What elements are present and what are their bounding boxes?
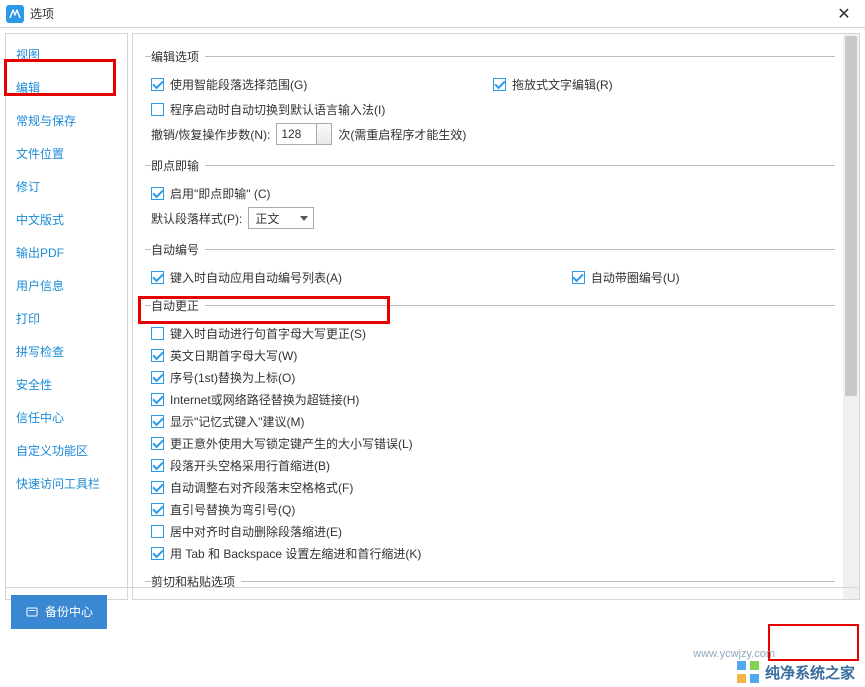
undo-steps-suffix: 次(需重启程序才能生效) bbox=[338, 126, 466, 143]
sidebar-item-output-pdf[interactable]: 输出PDF bbox=[6, 236, 127, 269]
scroll-thumb[interactable] bbox=[845, 36, 857, 396]
legend-auto-correct: 自动更正 bbox=[151, 297, 205, 314]
window-title: 选项 bbox=[30, 5, 829, 22]
checkbox-drag-edit[interactable]: 拖放式文字编辑(R) bbox=[493, 76, 835, 93]
content-panel: 编辑选项 使用智能段落选择范围(G) 拖放式文字编辑(R) 程序启动时自动切换到… bbox=[133, 34, 843, 599]
sidebar-item-file-location[interactable]: 文件位置 bbox=[6, 137, 127, 170]
content-wrap: 编辑选项 使用智能段落选择范围(G) 拖放式文字编辑(R) 程序启动时自动切换到… bbox=[132, 33, 860, 600]
checkbox-ordinal-superscript[interactable]: 序号(1st)替换为上标(O) bbox=[151, 369, 835, 386]
sidebar-item-chinese-layout[interactable]: 中文版式 bbox=[6, 203, 127, 236]
sidebar-item-general-save[interactable]: 常规与保存 bbox=[6, 104, 127, 137]
checkbox-smart-paragraph[interactable]: 使用智能段落选择范围(G) bbox=[151, 76, 493, 93]
footer-bar: 备份中心 bbox=[5, 587, 860, 635]
watermark-url: www.ycwjzy.com bbox=[693, 648, 775, 660]
sidebar-item-quick-access[interactable]: 快速访问工具栏 bbox=[6, 467, 127, 500]
checkbox-apply-auto-number[interactable]: 键入时自动应用自动编号列表(A) bbox=[151, 269, 572, 286]
sidebar-item-user-info[interactable]: 用户信息 bbox=[6, 269, 127, 302]
checkbox-right-align-space[interactable]: 自动调整右对齐段落末空格格式(F) bbox=[151, 479, 835, 496]
backup-center-label: 备份中心 bbox=[45, 603, 93, 620]
checkbox-enable-click-type[interactable]: 启用"即点即输" (C) bbox=[151, 185, 835, 202]
para-style-row: 默认段落样式(P): 正文 bbox=[151, 207, 835, 229]
checkbox-circled-number[interactable]: 自动带圈编号(U) bbox=[572, 269, 835, 286]
checkbox-internet-hyperlink[interactable]: Internet或网络路径替换为超链接(H) bbox=[151, 391, 835, 408]
watermark-text: 纯净系统之家 bbox=[765, 662, 855, 683]
group-auto-number: 自动编号 键入时自动应用自动编号列表(A) 自动带圈编号(U) bbox=[145, 241, 835, 291]
app-icon bbox=[6, 5, 24, 23]
backup-icon bbox=[25, 605, 39, 619]
sidebar-item-print[interactable]: 打印 bbox=[6, 302, 127, 335]
legend-click-type: 即点即输 bbox=[151, 157, 205, 174]
sidebar-item-customize-ribbon[interactable]: 自定义功能区 bbox=[6, 434, 127, 467]
watermark-logo-icon bbox=[737, 661, 759, 683]
checkbox-date-capital[interactable]: 英文日期首字母大写(W) bbox=[151, 347, 835, 364]
sidebar-item-trust-center[interactable]: 信任中心 bbox=[6, 401, 127, 434]
checkbox-auto-switch-ime[interactable]: 程序启动时自动切换到默认语言输入法(I) bbox=[151, 101, 835, 118]
backup-center-button[interactable]: 备份中心 bbox=[11, 595, 107, 629]
checkbox-smart-quotes[interactable]: 直引号替换为弯引号(Q) bbox=[151, 501, 835, 518]
main-area: 视图 编辑 常规与保存 文件位置 修订 中文版式 输出PDF 用户信息 打印 拼… bbox=[0, 28, 865, 605]
undo-steps-input[interactable]: 128 bbox=[276, 123, 332, 145]
close-button[interactable]: ✕ bbox=[829, 1, 859, 27]
checkbox-sentence-capital[interactable]: 键入时自动进行句首字母大写更正(S) bbox=[151, 325, 835, 342]
checkbox-memory-suggest[interactable]: 显示"记忆式键入"建议(M) bbox=[151, 413, 835, 430]
checkbox-first-line-indent[interactable]: 段落开头空格采用行首缩进(B) bbox=[151, 457, 835, 474]
checkbox-capslock-correct[interactable]: 更正意外使用大写锁定键产生的大小写错误(L) bbox=[151, 435, 835, 452]
sidebar-item-revision[interactable]: 修订 bbox=[6, 170, 127, 203]
checkbox-center-remove-indent[interactable]: 居中对齐时自动删除段落缩进(E) bbox=[151, 523, 835, 540]
group-click-type: 即点即输 启用"即点即输" (C) 默认段落样式(P): 正文 bbox=[145, 157, 835, 235]
sidebar-item-spellcheck[interactable]: 拼写检查 bbox=[6, 335, 127, 368]
content-scrollbar[interactable] bbox=[843, 34, 859, 599]
sidebar-item-security[interactable]: 安全性 bbox=[6, 368, 127, 401]
sidebar-item-edit[interactable]: 编辑 bbox=[6, 71, 127, 104]
watermark: 纯净系统之家 bbox=[737, 661, 855, 683]
legend-edit-options: 编辑选项 bbox=[151, 48, 205, 65]
para-style-label: 默认段落样式(P): bbox=[151, 210, 242, 227]
group-auto-correct: 自动更正 键入时自动进行句首字母大写更正(S) 英文日期首字母大写(W) 序号(… bbox=[145, 297, 835, 567]
titlebar: 选项 ✕ bbox=[0, 0, 865, 28]
sidebar-item-view[interactable]: 视图 bbox=[6, 38, 127, 71]
sidebar: 视图 编辑 常规与保存 文件位置 修订 中文版式 输出PDF 用户信息 打印 拼… bbox=[5, 33, 128, 600]
undo-steps-label: 撤销/恢复操作步数(N): bbox=[151, 126, 270, 143]
group-edit-options: 编辑选项 使用智能段落选择范围(G) 拖放式文字编辑(R) 程序启动时自动切换到… bbox=[145, 48, 835, 151]
undo-steps-row: 撤销/恢复操作步数(N): 128 次(需重启程序才能生效) bbox=[151, 123, 835, 145]
para-style-select[interactable]: 正文 bbox=[248, 207, 314, 229]
checkbox-tab-backspace-indent[interactable]: 用 Tab 和 Backspace 设置左缩进和首行缩进(K) bbox=[151, 545, 835, 562]
legend-auto-number: 自动编号 bbox=[151, 241, 205, 258]
